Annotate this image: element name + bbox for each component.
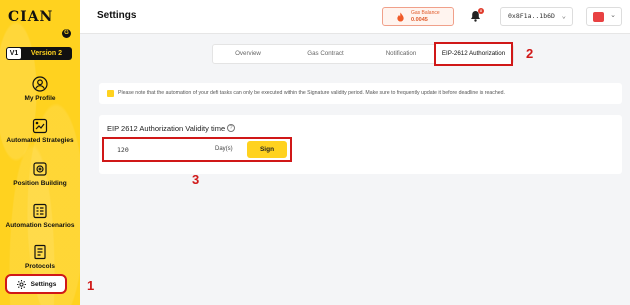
info-icon <box>107 90 114 97</box>
settings-tabs: Overview Gas Contract Notification EIP-2… <box>212 42 514 66</box>
tab-gas-contract[interactable]: Gas Contract <box>283 45 368 63</box>
gas-balance-label: Gas Balance <box>411 10 440 16</box>
sidebar-item-label: Automation Scenarios <box>5 222 75 229</box>
sidebar-item-label: Protocols <box>25 263 55 270</box>
notice-text: Please note that the automation of your … <box>118 90 505 96</box>
version-toggle[interactable]: V1 Version 2 <box>6 47 72 60</box>
chevron-down-icon: ⌄ <box>610 12 616 19</box>
wallet-address: 0x8F1a..1b6D <box>508 12 555 20</box>
tab-eip-2612-authorization[interactable]: EIP-2612 Authorization <box>434 42 513 66</box>
sidebar-item-automation-scenarios[interactable]: Automation Scenarios <box>0 203 80 229</box>
signature-validity-notice: Please note that the automation of your … <box>99 83 622 104</box>
gear-icon <box>16 279 26 289</box>
sidebar: CIAN G V1 Version 2 My Profile Automated… <box>0 0 80 305</box>
annotation-marker-1: 1 <box>87 278 95 293</box>
gas-balance-value: 0.0045 <box>411 17 428 23</box>
protocol-icon <box>34 244 46 260</box>
version-1-option[interactable]: V1 <box>7 48 21 59</box>
sidebar-item-label: My Profile <box>24 95 56 102</box>
gas-balance-box[interactable]: Gas Balance 0.0045 <box>382 7 454 26</box>
notification-badge: 8 <box>478 8 484 14</box>
tab-overview[interactable]: Overview <box>213 45 283 63</box>
annotation-marker-2: 2 <box>526 46 534 61</box>
annotation-marker-3: 3 <box>192 172 200 187</box>
chevron-down-icon: ⌄ <box>561 12 566 20</box>
card-title: EIP 2612 Authorization Validity time <box>107 124 226 133</box>
sidebar-item-protocols[interactable]: Protocols <box>0 244 80 270</box>
sidebar-item-label: Position Building <box>13 180 67 187</box>
help-icon[interactable]: ? <box>227 124 235 132</box>
page-title: Settings <box>97 10 137 21</box>
building-icon <box>33 162 47 176</box>
wallet-address-dropdown[interactable]: 0x8F1a..1b6D ⌄ <box>500 7 573 26</box>
eip2612-validity-card: EIP 2612 Authorization Validity time ? D… <box>99 115 622 174</box>
sidebar-item-position-building[interactable]: Position Building <box>0 161 80 187</box>
validity-input-group: Day(s) Sign <box>102 137 292 162</box>
scenario-icon <box>33 203 47 219</box>
avalanche-icon <box>593 12 604 22</box>
strategy-icon <box>32 118 48 134</box>
sidebar-item-label: Automated Strategies <box>6 137 74 144</box>
tab-notification[interactable]: Notification <box>368 45 434 63</box>
logo-badge: G <box>62 29 71 38</box>
version-2-option[interactable]: Version 2 <box>21 50 72 57</box>
top-header: Settings Gas Balance 0.0045 8 0x8F1a..1b… <box>80 0 630 34</box>
sidebar-item-settings[interactable]: Settings <box>5 274 67 294</box>
sidebar-item-automated-strategies[interactable]: Automated Strategies <box>0 118 80 144</box>
sign-button[interactable]: Sign <box>247 141 287 158</box>
flame-icon <box>397 12 404 22</box>
sidebar-item-my-profile[interactable]: My Profile <box>0 76 80 102</box>
days-unit-label: Day(s) <box>215 146 233 152</box>
network-selector[interactable]: ⌄ <box>586 7 622 26</box>
user-icon <box>32 76 48 92</box>
cian-logo[interactable]: CIAN <box>8 9 53 25</box>
sidebar-item-label: Settings <box>30 280 57 288</box>
